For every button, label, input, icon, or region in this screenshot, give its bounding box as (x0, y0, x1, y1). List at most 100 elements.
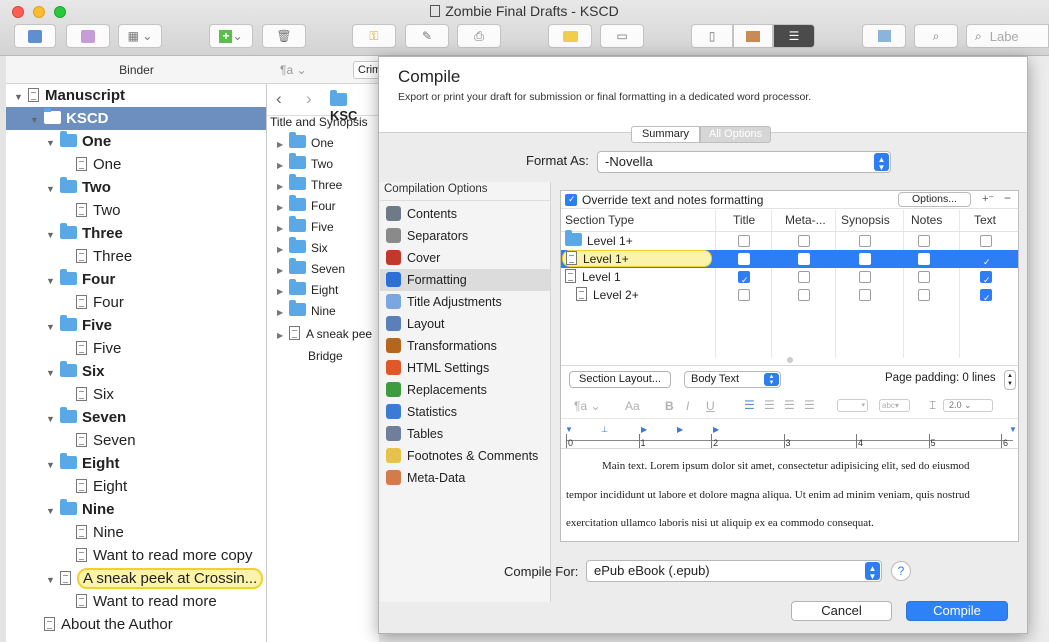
disclosure-triangle-icon[interactable]: ▼ (14, 86, 24, 109)
column-header[interactable]: Title (733, 213, 755, 227)
disclosure-triangle-icon[interactable]: ▼ (46, 316, 56, 339)
disclosure-triangle-icon[interactable]: ▼ (46, 224, 56, 247)
title-checkbox[interactable] (738, 235, 750, 247)
outliner-folder-row[interactable]: ▶ Two (277, 153, 333, 176)
section-type-cell[interactable]: Level 2+ (576, 286, 639, 304)
option-replacements[interactable]: Replacements (386, 379, 487, 401)
binder-document-row[interactable]: One (6, 153, 266, 176)
ruler-marker[interactable]: ▶ (677, 425, 683, 434)
forward-arrow-icon[interactable]: › (306, 89, 312, 109)
align-left-icon[interactable]: ☰ (744, 398, 755, 412)
underline-icon[interactable]: U (706, 399, 715, 413)
disclosure-triangle-icon[interactable]: ▶ (277, 155, 287, 176)
synopsis-checkbox[interactable] (859, 253, 871, 265)
ruler[interactable]: 0 1 2 3 4 5 6 ▼ ⊥ ▶ ▶ ▶ ▼ (561, 423, 1018, 449)
outliner-folder-row[interactable]: ▶ Seven (277, 258, 345, 281)
outliner-document-row[interactable]: ▶ A sneak pee Bridge (277, 324, 372, 364)
option-separators[interactable]: Separators (386, 225, 468, 247)
section-layout-button[interactable]: Section Layout... (569, 371, 671, 388)
binder-document-row[interactable]: Seven (6, 429, 266, 452)
disclosure-triangle-icon[interactable]: ▶ (277, 325, 287, 346)
text-checkbox[interactable] (980, 253, 992, 271)
compile-button[interactable]: Compile (906, 601, 1008, 621)
disclosure-triangle-icon[interactable]: ▶ (277, 197, 287, 218)
tab-all-options[interactable]: All Options (700, 126, 771, 143)
disclosure-triangle-icon[interactable]: ▶ (277, 176, 287, 197)
outliner-folder-row[interactable]: ▶ Three (277, 174, 342, 197)
synopsis-checkbox[interactable] (859, 289, 871, 301)
ruler-marker[interactable]: ▶ (713, 425, 719, 434)
ruler-marker[interactable]: ▼ (565, 425, 573, 434)
binder-document-row[interactable]: Want to read more copy (6, 544, 266, 567)
column-header[interactable]: Synopsis (841, 213, 890, 227)
add-button[interactable]: + ⌄ (209, 24, 253, 48)
section-type-cell[interactable]: Level 1+ (562, 250, 712, 267)
help-button[interactable]: ? (891, 561, 911, 581)
title-checkbox[interactable] (738, 253, 750, 265)
project-search-button[interactable]: ⌕ (914, 24, 958, 48)
column-header[interactable]: Text (974, 213, 996, 227)
cancel-button[interactable]: Cancel (791, 601, 892, 621)
trash-button[interactable]: 🗑 (262, 24, 306, 48)
text-checkbox[interactable] (980, 271, 992, 289)
binder-document-row[interactable]: Nine (6, 521, 266, 544)
notes-checkbox[interactable] (918, 271, 930, 283)
disclosure-triangle-icon[interactable]: ▶ (277, 218, 287, 239)
view-outliner-button[interactable]: ☰ (773, 24, 815, 48)
title-checkbox[interactable] (738, 289, 750, 301)
disclosure-triangle-icon[interactable]: ▼ (46, 362, 56, 385)
title-checkbox[interactable] (738, 271, 750, 289)
view-corkboard-button[interactable] (733, 24, 773, 48)
column-header[interactable]: Notes (911, 213, 942, 227)
text-preview[interactable]: Main text. Lorem ipsum dolor sit amet, c… (566, 452, 1014, 540)
tab-summary[interactable]: Summary (631, 126, 700, 143)
binder-document-row[interactable]: Five (6, 337, 266, 360)
option-contents[interactable]: Contents (386, 203, 457, 225)
disclosure-triangle-icon[interactable]: ▶ (277, 239, 287, 260)
ruler-marker[interactable]: ▶ (641, 425, 647, 434)
section-type-row[interactable]: Level 2+ (561, 286, 1018, 307)
remove-section-type-button[interactable]: − (1004, 191, 1011, 205)
compile-for-select[interactable]: ePub eBook (.epub) ▲ ▼ (586, 560, 882, 582)
ruler-marker[interactable]: ⊥ (601, 425, 608, 434)
back-arrow-icon[interactable]: ‹ (276, 89, 282, 109)
option-footnotes[interactable]: Footnotes & Comments (386, 445, 538, 467)
column-header[interactable]: Section Type (565, 213, 634, 227)
section-type-cell[interactable]: Level 1 (565, 268, 621, 286)
override-checkbox[interactable] (565, 194, 577, 206)
text-checkbox[interactable] (980, 235, 992, 247)
search-field[interactable]: ⌕ Labe (966, 24, 1049, 48)
option-meta-data[interactable]: Meta-Data (386, 467, 465, 489)
binder-folder-row[interactable]: ▼ Two (6, 176, 266, 199)
binder-document-row[interactable]: ▼ Manuscript (6, 84, 266, 107)
meta-checkbox[interactable] (798, 253, 810, 265)
align-right-icon[interactable]: ☰ (784, 398, 795, 412)
binder-folder-row[interactable]: ▼ Nine (6, 498, 266, 521)
split-handle[interactable] (787, 357, 793, 363)
binder-document-row[interactable]: Six (6, 383, 266, 406)
style-select[interactable]: Body Text ▲ ▼ (684, 371, 781, 388)
format-as-select[interactable]: -Novella ▲ ▼ (597, 151, 891, 173)
keywords-button[interactable]: ⚿ (352, 24, 396, 48)
meta-checkbox[interactable] (798, 271, 810, 283)
binder-document-row[interactable]: Three (6, 245, 266, 268)
binder-folder-row[interactable]: ▼ Eight (6, 452, 266, 475)
binder-document-row[interactable]: ▼ A sneak peek at Crossin... (6, 567, 266, 590)
view-mode-button[interactable]: ▦ ⌄ (118, 24, 162, 48)
binder-document-row[interactable]: Eight (6, 475, 266, 498)
synopsis-checkbox[interactable] (859, 271, 871, 283)
disclosure-triangle-icon[interactable]: ▼ (46, 178, 56, 201)
binder-document-row[interactable]: Four (6, 291, 266, 314)
bold-icon[interactable]: B (665, 399, 674, 413)
section-type-row[interactable]: Level 1 (561, 268, 1018, 289)
options-button[interactable]: Options... (898, 192, 971, 207)
binder-folder-row[interactable]: ▼ Three (6, 222, 266, 245)
notes-checkbox[interactable] (918, 289, 930, 301)
italic-icon[interactable]: I (686, 399, 689, 413)
outliner-folder-row[interactable]: ▶ Four (277, 195, 336, 218)
binder-folder-row[interactable]: ▼ Four (6, 268, 266, 291)
snapshot-button[interactable]: ▭ (600, 24, 644, 48)
disclosure-triangle-icon[interactable]: ▶ (277, 260, 287, 281)
option-transformations[interactable]: Transformations (386, 335, 497, 357)
binder-folder-row[interactable]: ▼ Five (6, 314, 266, 337)
